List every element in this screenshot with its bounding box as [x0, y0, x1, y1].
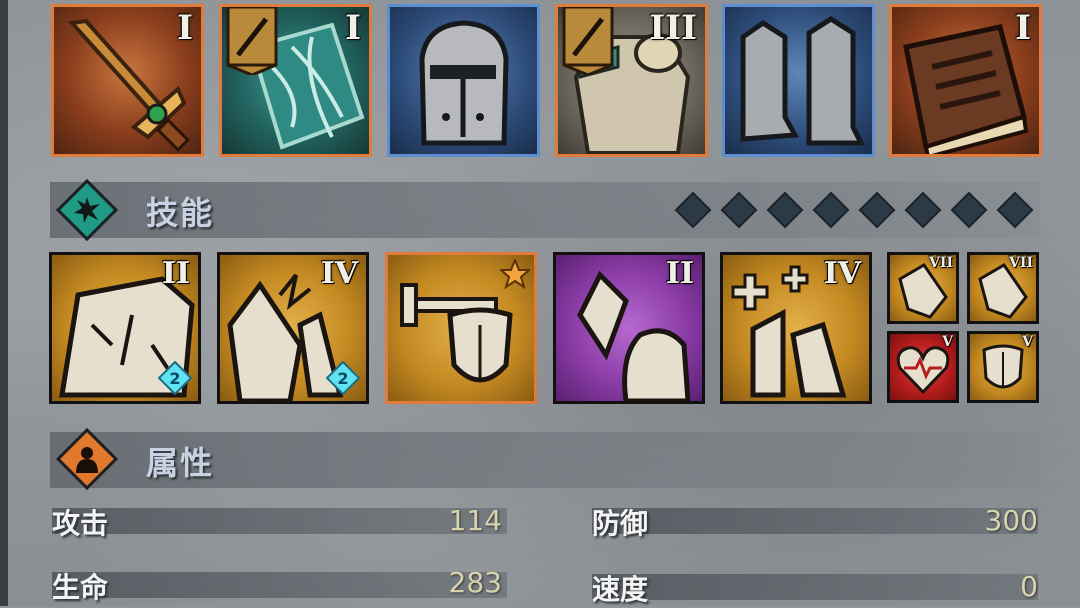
tier-numeral: I	[177, 8, 193, 48]
person-silhouette-icon	[76, 447, 98, 473]
gem-icon: 2	[158, 361, 192, 395]
attack-value: 114	[448, 504, 502, 537]
speed-value: 0	[1020, 570, 1038, 603]
skill-slot-2[interactable]: IV 2	[217, 252, 369, 404]
gem-count: 2	[337, 369, 348, 388]
tier-numeral: V	[1022, 334, 1033, 350]
passive-skill-3[interactable]: V	[887, 331, 959, 403]
equip-slot-armor[interactable]: III	[555, 4, 708, 157]
tier-numeral: I	[1015, 8, 1031, 48]
banner-icon	[226, 7, 278, 75]
hp-value: 283	[448, 566, 502, 599]
tier-numeral: V	[942, 334, 953, 350]
speed-label: 速度	[592, 573, 649, 606]
attributes-title: 属性	[146, 444, 215, 482]
equip-slot-offhand[interactable]: I	[219, 4, 372, 157]
gem-count: 2	[169, 369, 180, 388]
skill-slot-4[interactable]: II	[553, 252, 705, 404]
skill-slot-3[interactable]	[385, 252, 537, 404]
tier-numeral: IV	[320, 256, 358, 291]
equip-slot-boots[interactable]	[722, 4, 875, 157]
hp-label: 生命	[52, 571, 109, 604]
star-icon	[500, 259, 530, 289]
tier-numeral: II	[665, 256, 694, 291]
equip-slot-helmet[interactable]	[387, 4, 540, 157]
skill-slot-1[interactable]: II 2	[49, 252, 201, 404]
equip-slot-weapon[interactable]: I	[51, 4, 204, 157]
tier-numeral: VII	[929, 255, 953, 271]
passive-skill-2[interactable]: VII	[967, 252, 1039, 324]
banner-icon	[562, 7, 614, 75]
greaves-icon	[740, 16, 866, 146]
star-burst-icon	[74, 197, 100, 223]
equip-slot-tome[interactable]: I	[889, 4, 1042, 157]
left-edge	[0, 0, 8, 606]
tier-numeral: VII	[1009, 255, 1033, 271]
attack-label: 攻击	[52, 507, 109, 540]
tier-numeral: II	[161, 256, 190, 291]
gem-icon: 2	[326, 361, 360, 395]
defense-label: 防御	[592, 507, 649, 540]
passive-skill-4[interactable]: V	[967, 331, 1039, 403]
helmet-icon	[419, 20, 509, 146]
tier-numeral: I	[345, 8, 361, 48]
tier-numeral: IV	[823, 256, 861, 291]
skills-title: 技能	[146, 194, 215, 232]
skill-slot-5[interactable]: IV	[720, 252, 872, 404]
passive-skill-1[interactable]: VII	[887, 252, 959, 324]
tier-numeral: III	[649, 8, 697, 48]
defense-value: 300	[984, 504, 1038, 537]
